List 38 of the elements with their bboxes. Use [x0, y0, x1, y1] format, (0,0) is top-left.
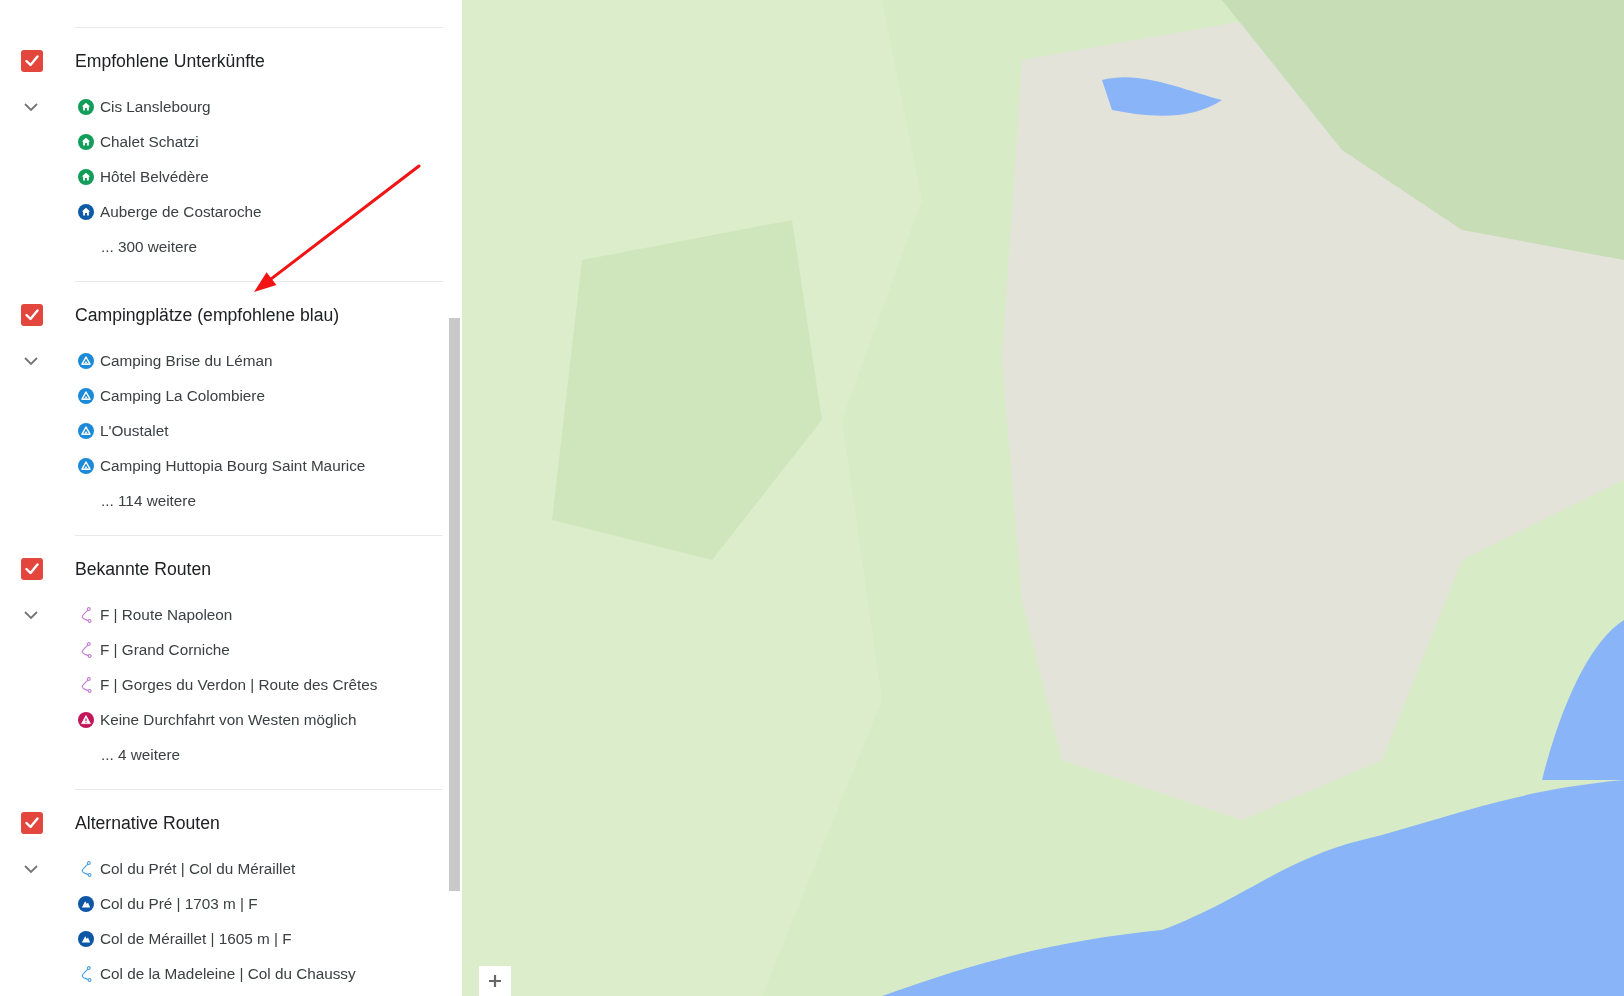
- chevron-icon[interactable]: [24, 610, 38, 619]
- list-item[interactable]: Col de Méraillet | 1605 m | F: [100, 929, 292, 948]
- scrollbar-thumb[interactable]: [449, 318, 460, 891]
- plus-icon: [488, 974, 502, 988]
- list-item[interactable]: Auberge de Costaroche: [100, 202, 262, 221]
- list-item[interactable]: Keine Durchfahrt von Westen möglich: [100, 710, 357, 729]
- list-item[interactable]: L'Oustalet: [100, 421, 169, 440]
- check-icon: [25, 563, 39, 575]
- list-item[interactable]: Col de la Madeleine | Col du Chaussy: [100, 964, 356, 983]
- chevron-icon[interactable]: [24, 102, 38, 111]
- layer-title: Bekannte Routen: [75, 558, 211, 580]
- zoom-in-button[interactable]: [479, 966, 511, 996]
- list-item[interactable]: Chalet Schatzi: [100, 132, 199, 151]
- layer-title: Campingplätze (empfohlene blau): [75, 304, 340, 326]
- layer-checkbox[interactable]: [21, 304, 43, 326]
- list-item[interactable]: F | Route Napoleon: [100, 605, 233, 624]
- check-icon: [25, 817, 39, 829]
- list-item[interactable]: F | Grand Corniche: [100, 640, 230, 659]
- chevron-icon[interactable]: [24, 864, 38, 873]
- more-link[interactable]: ... 114 weitere: [101, 491, 196, 510]
- list-item[interactable]: Camping La Colombiere: [100, 386, 265, 405]
- list-item[interactable]: F | Gorges du Verdon | Route des Crêtes: [100, 675, 378, 694]
- check-icon: [25, 55, 39, 67]
- layer-checkbox[interactable]: [21, 558, 43, 580]
- more-link[interactable]: ... 4 weitere: [101, 745, 181, 764]
- check-icon: [25, 309, 39, 321]
- layer-checkbox[interactable]: [21, 812, 43, 834]
- layer-title: Alternative Routen: [75, 812, 220, 834]
- list-item[interactable]: Hôtel Belvédère: [100, 167, 209, 186]
- list-item[interactable]: Col du Pré | 1703 m | F: [100, 894, 258, 913]
- layer-title: Empfohlene Unterkünfte: [75, 50, 265, 72]
- list-item[interactable]: Col du Prét | Col du Méraillet: [100, 859, 296, 878]
- list-item[interactable]: Camping Brise du Léman: [100, 351, 273, 370]
- layer-checkbox[interactable]: [21, 50, 43, 72]
- more-link[interactable]: ... 300 weitere: [101, 237, 198, 256]
- list-item[interactable]: Cis Lanslebourg: [100, 97, 211, 116]
- list-item[interactable]: Camping Huttopia Bourg Saint Maurice: [100, 456, 366, 475]
- chevron-icon[interactable]: [24, 356, 38, 365]
